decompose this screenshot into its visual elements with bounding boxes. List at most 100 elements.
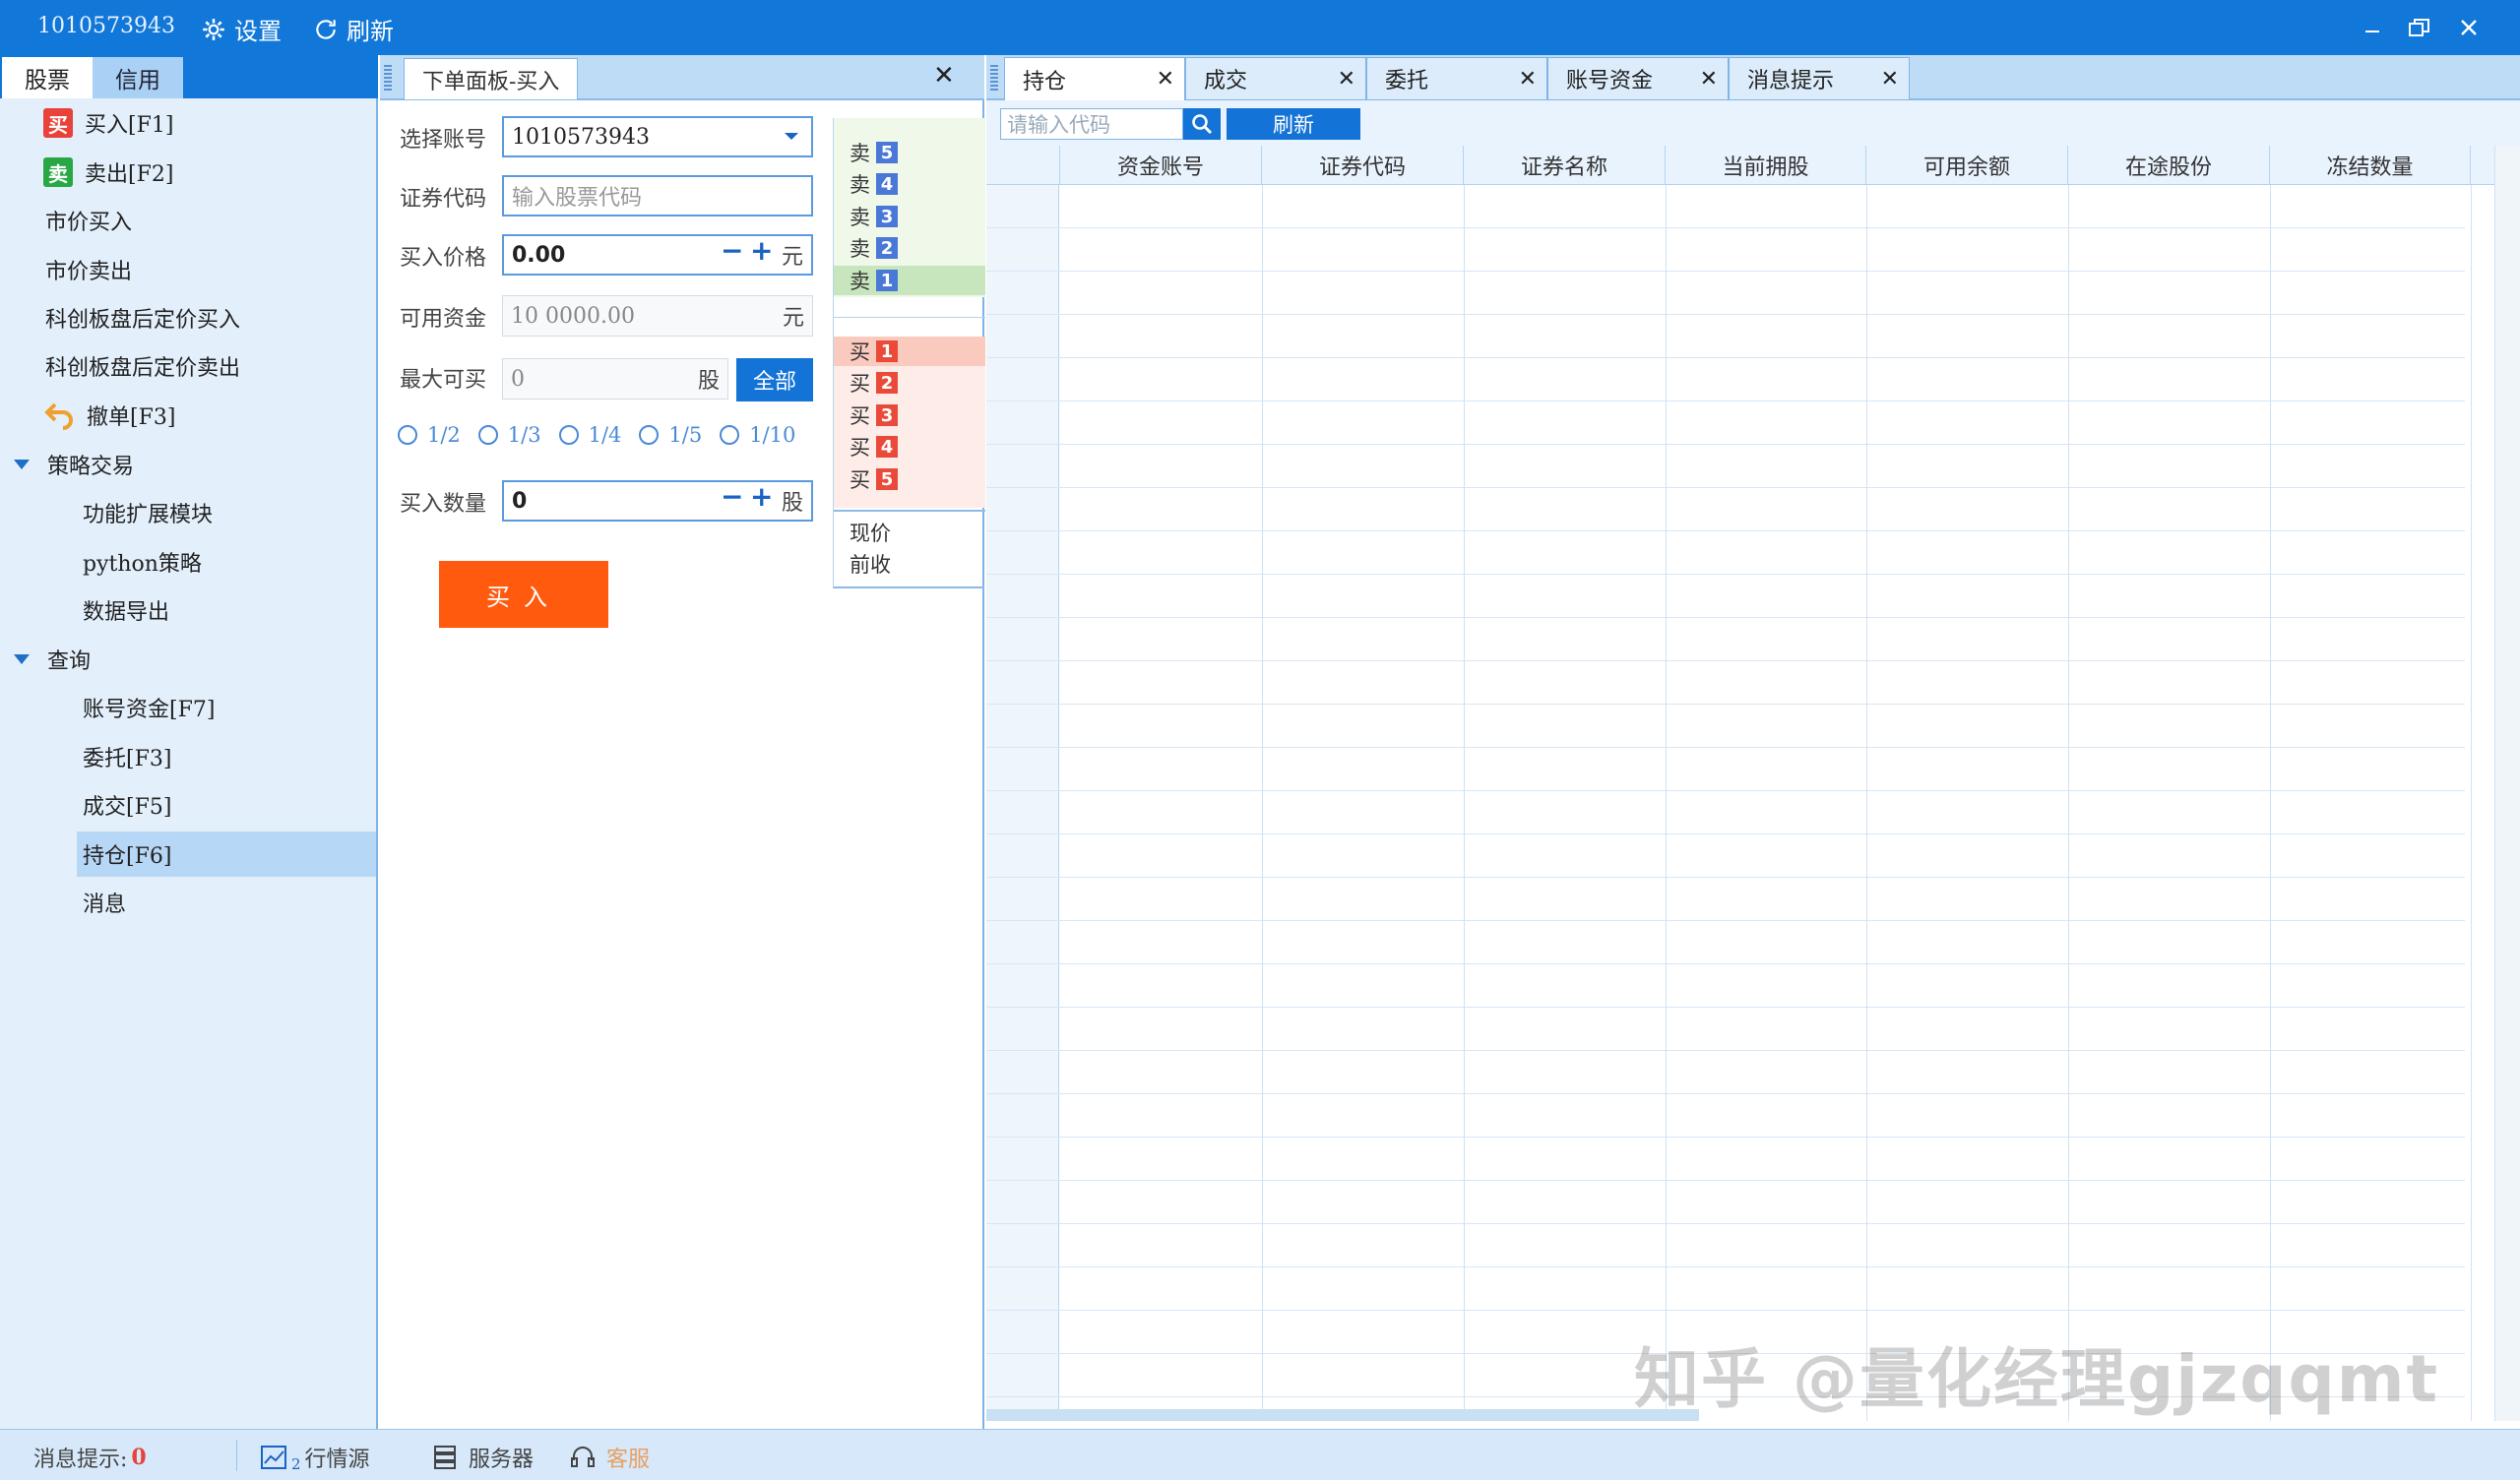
sidebar-item-market-sell[interactable]: 市价卖出: [0, 247, 376, 292]
restore-icon: [2409, 19, 2429, 36]
buy-label: 买: [850, 436, 870, 460]
sell-level-row[interactable]: 卖2: [834, 233, 985, 263]
sidebar-item-sell[interactable]: 卖 卖出[F2]: [0, 150, 376, 195]
restore-button[interactable]: [2402, 12, 2437, 43]
market-label: 行情源: [304, 1448, 370, 1472]
refresh-title-button[interactable]: 刷新: [313, 12, 394, 46]
search-button[interactable]: [1183, 108, 1221, 140]
sidebar: 买 买入[F1] 卖 卖出[F2] 市价买入 市价卖出 科创板盘后定价买入 科创…: [0, 98, 378, 1429]
close-order-panel-icon[interactable]: ✕: [933, 61, 955, 91]
buy-level-row[interactable]: 买1: [834, 337, 985, 366]
tab-account-funds[interactable]: 账号资金 ✕: [1547, 57, 1729, 100]
settings-button[interactable]: 设置: [201, 12, 282, 46]
close-tab-icon[interactable]: ✕: [1881, 67, 1899, 92]
sidebar-group-strategy[interactable]: 策略交易: [0, 442, 376, 487]
buy-level-row[interactable]: 买2: [834, 368, 985, 398]
vertical-scrollbar[interactable]: [2494, 146, 2520, 1421]
sell-label: 卖: [850, 142, 870, 165]
sidebar-group-query[interactable]: 查询: [0, 637, 376, 682]
level-number: 3: [876, 404, 898, 426]
sidebar-item-extension[interactable]: 功能扩展模块: [0, 490, 376, 535]
buy-badge-icon: 买: [43, 108, 73, 138]
tab-positions[interactable]: 持仓 ✕: [1004, 57, 1185, 100]
plus-price-button[interactable]: +: [750, 234, 773, 267]
minus-quantity-button[interactable]: −: [721, 480, 743, 513]
column-header[interactable]: 证券名称: [1464, 146, 1666, 185]
sidebar-item-messages[interactable]: 消息: [0, 880, 376, 925]
fraction-radio[interactable]: 1/10: [720, 423, 795, 447]
sidebar-item-account-funds[interactable]: 账号资金[F7]: [0, 685, 376, 730]
minus-price-button[interactable]: −: [721, 234, 743, 267]
chevron-down-icon: [14, 460, 30, 469]
column-header[interactable]: 可用余额: [1866, 146, 2068, 185]
column-header[interactable]: 资金账号: [1060, 146, 1262, 185]
gear-icon: [203, 18, 224, 40]
close-tab-icon[interactable]: ✕: [1338, 67, 1355, 92]
tab-stocks[interactable]: 股票: [2, 57, 93, 98]
tab-messages[interactable]: 消息提示 ✕: [1729, 57, 1910, 100]
tab-orders[interactable]: 委托 ✕: [1366, 57, 1547, 100]
right-tab-bar: 持仓 ✕ 成交 ✕ 委托 ✕ 账号资金 ✕ 消息提示 ✕: [986, 55, 2520, 100]
buy-level-row[interactable]: 买4: [834, 432, 985, 462]
fraction-radio[interactable]: 1/3: [477, 423, 541, 447]
code-placeholder: 输入股票代码: [512, 186, 643, 211]
minimize-button[interactable]: [2355, 12, 2390, 43]
column-header[interactable]: 当前拥股: [1666, 146, 1866, 185]
sidebar-item-trades[interactable]: 成交[F5]: [0, 782, 376, 828]
quantity-label: 买入数量: [400, 492, 487, 517]
drag-grip-icon[interactable]: [990, 65, 998, 91]
buy-submit-button[interactable]: 买入: [439, 561, 608, 628]
drag-grip-icon[interactable]: [384, 65, 392, 91]
stock-code-input[interactable]: 输入股票代码: [502, 175, 813, 216]
buy-level-row[interactable]: 买3: [834, 401, 985, 430]
server-icon: [434, 1446, 456, 1469]
sidebar-item-export[interactable]: 数据导出: [0, 587, 376, 633]
plus-quantity-button[interactable]: +: [750, 480, 773, 513]
message-label: 消息提示:: [33, 1448, 128, 1472]
close-icon: [2461, 20, 2477, 35]
buy-level-row[interactable]: 买5: [834, 464, 985, 494]
close-tab-icon[interactable]: ✕: [1157, 67, 1174, 92]
customer-service-status[interactable]: 客服: [569, 1442, 650, 1473]
market-source-status[interactable]: 2 行情源: [260, 1442, 370, 1473]
close-tab-icon[interactable]: ✕: [1700, 67, 1718, 92]
column-header[interactable]: 在途股份: [2068, 146, 2270, 185]
order-panel-title: 下单面板-买入: [404, 58, 579, 99]
level-number: 4: [876, 173, 898, 195]
tab-label: 成交: [1204, 69, 1248, 93]
sell-level-row[interactable]: 卖5: [834, 138, 985, 167]
fraction-radio[interactable]: 1/2: [398, 423, 461, 447]
server-status[interactable]: 服务器: [431, 1442, 534, 1473]
price-input[interactable]: 0.00 − + 元: [502, 234, 813, 276]
fraction-radio[interactable]: 1/4: [558, 423, 621, 447]
sell-level-row[interactable]: 卖1: [834, 266, 985, 295]
code-search-input[interactable]: 请输入代码: [1000, 108, 1183, 140]
column-header[interactable]: 证券代码: [1262, 146, 1464, 185]
account-select[interactable]: 1010573943: [502, 116, 813, 157]
sell-level-row[interactable]: 卖3: [834, 202, 985, 231]
sidebar-item-orders[interactable]: 委托[F3]: [0, 734, 376, 779]
fraction-radio[interactable]: 1/5: [639, 423, 702, 447]
tab-trades[interactable]: 成交 ✕: [1185, 57, 1366, 100]
sidebar-item-cancel[interactable]: 撤单[F3]: [0, 393, 376, 438]
close-window-button[interactable]: [2451, 12, 2487, 43]
tab-credit[interactable]: 信用: [93, 57, 183, 98]
refresh-table-button[interactable]: 刷新: [1227, 108, 1360, 140]
order-panel-header: 下单面板-买入 ✕: [380, 55, 984, 100]
positions-toolbar: 请输入代码 刷新: [986, 100, 2520, 146]
radio-circle-icon: [639, 425, 660, 445]
sidebar-item-star-after-buy[interactable]: 科创板盘后定价买入: [0, 295, 376, 340]
close-tab-icon[interactable]: ✕: [1519, 67, 1537, 92]
sidebar-item-star-after-sell[interactable]: 科创板盘后定价卖出: [0, 343, 376, 389]
sidebar-item-buy[interactable]: 买 买入[F1]: [0, 100, 376, 146]
all-button[interactable]: 全部: [736, 358, 813, 401]
sidebar-item-positions[interactable]: 持仓[F6]: [77, 832, 376, 877]
sidebar-item-market-buy[interactable]: 市价买入: [0, 198, 376, 243]
tab-order-panel-buy[interactable]: 下单面板-买入: [396, 58, 961, 99]
sidebar-item-python[interactable]: python策略: [0, 539, 376, 585]
column-header[interactable]: 冻结数量: [2270, 146, 2471, 185]
sell-level-row[interactable]: 卖4: [834, 169, 985, 199]
message-status[interactable]: 消息提示: 0: [33, 1442, 147, 1473]
horizontal-scrollbar[interactable]: [986, 1409, 1699, 1421]
quantity-input[interactable]: 0 − + 股: [502, 480, 813, 522]
